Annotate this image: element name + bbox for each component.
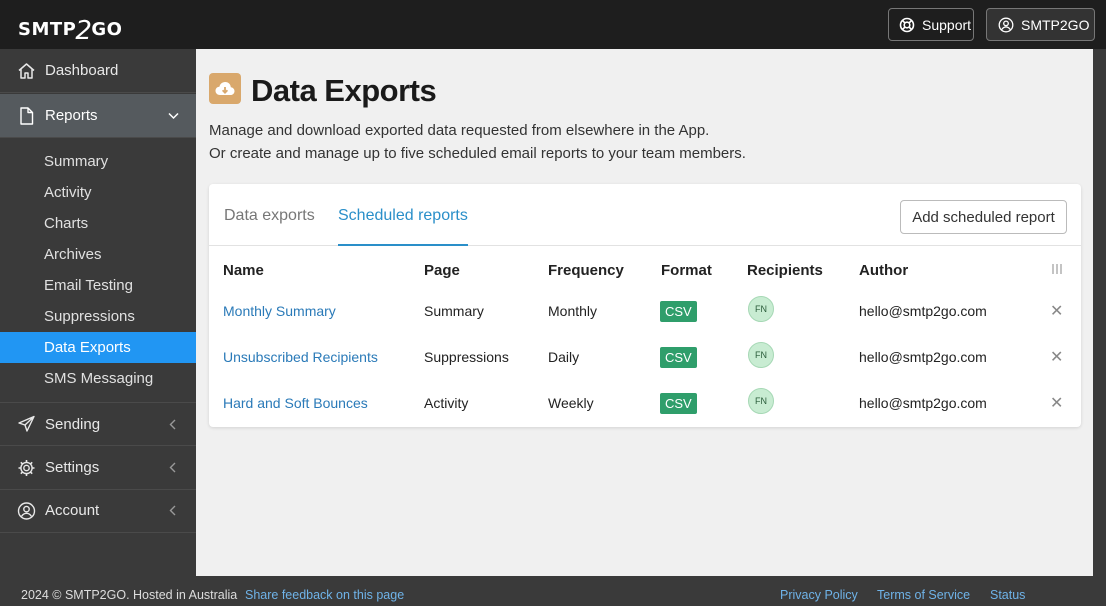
scheduled-reports-card: Data exports Scheduled reports Add sched… bbox=[209, 184, 1081, 427]
format-badge: CSV bbox=[660, 346, 697, 368]
column-header-name: Name bbox=[223, 262, 264, 279]
tab-bar: Data exports Scheduled reports Add sched… bbox=[209, 184, 1081, 246]
column-header-frequency: Frequency bbox=[548, 262, 624, 279]
report-frequency: Monthly bbox=[548, 303, 598, 319]
sidebar-subitem-email-testing[interactable]: Email Testing bbox=[0, 270, 196, 301]
status-link[interactable]: Status bbox=[990, 588, 1025, 602]
delete-icon[interactable]: ✕ bbox=[1050, 334, 1063, 380]
report-page: Activity bbox=[424, 395, 469, 411]
logo-text-left: SMTP bbox=[18, 19, 77, 40]
sidebar-item-dashboard[interactable]: Dashboard bbox=[0, 49, 196, 93]
sidebar-subitem-archives[interactable]: Archives bbox=[0, 239, 196, 270]
sidebar-subitem-charts[interactable]: Charts bbox=[0, 208, 196, 239]
sidebar-subitem-suppressions[interactable]: Suppressions bbox=[0, 301, 196, 332]
copyright-text: 2024 © SMTP2GO. Hosted in Australia bbox=[21, 588, 238, 602]
sidebar-item-label: Account bbox=[45, 502, 100, 519]
table-row: Hard and Soft Bounces Activity Weekly CS… bbox=[209, 380, 1081, 426]
user-circle-icon bbox=[998, 17, 1014, 32]
sidebar-subitem-activity[interactable]: Activity bbox=[0, 177, 196, 208]
cloud-download-icon bbox=[209, 73, 241, 104]
chevron-down-icon bbox=[168, 112, 179, 119]
support-label: Support bbox=[922, 16, 972, 33]
sidebar-item-label: Reports bbox=[45, 107, 98, 124]
account-menu-button[interactable]: SMTP2GO bbox=[986, 8, 1095, 41]
lifebuoy-icon bbox=[899, 17, 915, 32]
smtp2go-logo[interactable]: SMTP2GO bbox=[18, 12, 123, 46]
support-button[interactable]: Support bbox=[888, 8, 974, 41]
chevron-left-icon bbox=[169, 419, 176, 429]
user-circle-icon bbox=[17, 501, 36, 520]
sidebar-subitem-sms-messaging[interactable]: SMS Messaging bbox=[0, 363, 196, 394]
sidebar-item-account[interactable]: Account bbox=[0, 489, 196, 533]
chevron-left-icon bbox=[169, 505, 176, 516]
scrollbar-track[interactable] bbox=[1093, 49, 1106, 576]
sidebar-item-settings[interactable]: Settings bbox=[0, 446, 196, 490]
sidebar-item-label: Dashboard bbox=[45, 62, 119, 79]
recipient-avatar[interactable]: FN bbox=[748, 296, 774, 322]
sidebar-subitem-summary[interactable]: Summary bbox=[0, 146, 196, 177]
logo-text-right: GO bbox=[91, 19, 123, 40]
chevron-left-icon bbox=[169, 462, 176, 473]
report-author: hello@smtp2go.com bbox=[859, 349, 987, 365]
sidebar-item-label: Sending bbox=[45, 415, 101, 433]
top-bar: SMTP2GO Support SMTP2GO bbox=[0, 0, 1106, 49]
description-line: Manage and download exported data reques… bbox=[209, 122, 710, 139]
column-header-page: Page bbox=[424, 262, 460, 279]
page-title: Data Exports bbox=[251, 73, 437, 108]
report-frequency: Daily bbox=[548, 349, 580, 365]
recipient-avatar[interactable]: FN bbox=[748, 388, 774, 414]
sidebar-item-label: Settings bbox=[45, 459, 100, 476]
feedback-link[interactable]: Share feedback on this page bbox=[245, 588, 404, 602]
report-page: Summary bbox=[424, 303, 484, 319]
format-badge: CSV bbox=[660, 392, 697, 414]
column-header-format: Format bbox=[661, 262, 712, 279]
gear-icon bbox=[18, 459, 35, 476]
sidebar-item-reports[interactable]: Reports bbox=[0, 94, 196, 138]
report-author: hello@smtp2go.com bbox=[859, 303, 987, 319]
paper-plane-icon bbox=[18, 415, 35, 432]
delete-icon[interactable]: ✕ bbox=[1050, 288, 1063, 334]
table-row: Unsubscribed Recipients Suppressions Dai… bbox=[209, 334, 1081, 380]
column-header-author: Author bbox=[859, 262, 909, 279]
sidebar-item-sending[interactable]: Sending bbox=[0, 402, 196, 446]
report-frequency: Weekly bbox=[548, 395, 594, 411]
report-name-link[interactable]: Monthly Summary bbox=[223, 288, 336, 334]
report-author: hello@smtp2go.com bbox=[859, 395, 987, 411]
home-icon bbox=[18, 62, 35, 79]
table-row: Monthly Summary Summary Monthly CSV FN h… bbox=[209, 288, 1081, 334]
description-line: Or create and manage up to five schedule… bbox=[209, 145, 746, 162]
columns-icon[interactable] bbox=[1051, 263, 1063, 275]
column-header-recipients: Recipients bbox=[747, 262, 823, 279]
main-content: Data Exports Manage and download exporte… bbox=[196, 49, 1093, 576]
tab-data-exports[interactable]: Data exports bbox=[224, 207, 315, 246]
document-icon bbox=[20, 106, 34, 125]
report-page: Suppressions bbox=[424, 349, 509, 365]
privacy-policy-link[interactable]: Privacy Policy bbox=[780, 588, 858, 602]
delete-icon[interactable]: ✕ bbox=[1050, 380, 1063, 426]
sidebar-subitem-data-exports[interactable]: Data Exports bbox=[0, 332, 196, 363]
add-scheduled-report-button[interactable]: Add scheduled report bbox=[900, 200, 1067, 234]
report-name-link[interactable]: Hard and Soft Bounces bbox=[223, 380, 368, 426]
sidebar: Dashboard Reports Summary Activity Chart… bbox=[0, 49, 196, 576]
tab-scheduled-reports[interactable]: Scheduled reports bbox=[338, 207, 468, 246]
report-name-link[interactable]: Unsubscribed Recipients bbox=[223, 334, 378, 380]
account-label: SMTP2GO bbox=[1021, 16, 1090, 33]
terms-of-service-link[interactable]: Terms of Service bbox=[877, 588, 970, 602]
format-badge: CSV bbox=[660, 300, 697, 322]
page-description: Manage and download exported data reques… bbox=[209, 119, 746, 165]
logo-text-two: 2 bbox=[75, 16, 93, 46]
footer: 2024 © SMTP2GO. Hosted in Australia Shar… bbox=[0, 576, 1106, 606]
recipient-avatar[interactable]: FN bbox=[748, 342, 774, 368]
